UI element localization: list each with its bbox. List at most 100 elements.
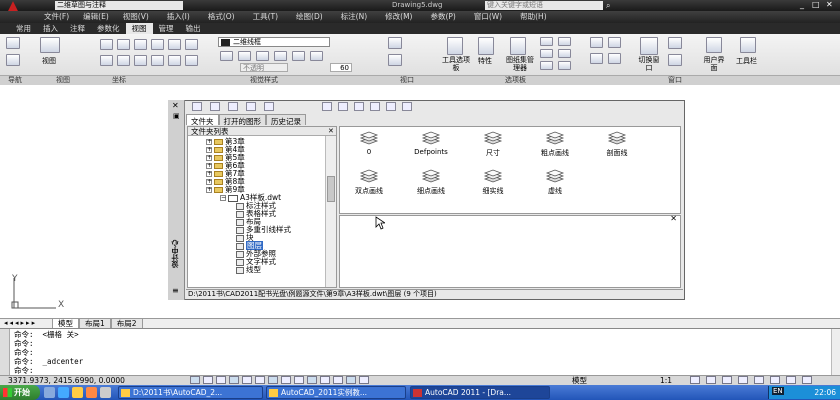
status-toggle-icon[interactable]: [242, 376, 252, 384]
calc-icon[interactable]: [540, 37, 553, 46]
face-style-icon[interactable]: [274, 51, 287, 61]
status-toggle-icon[interactable]: [255, 376, 265, 384]
expand-icon[interactable]: +: [206, 171, 212, 177]
edge-icon[interactable]: [238, 51, 251, 61]
menu-item[interactable]: 修改(M): [385, 12, 412, 22]
opacity-value[interactable]: 60: [330, 63, 352, 72]
ribbon-tab[interactable]: 参数化: [91, 23, 126, 34]
ucs-view-icon[interactable]: [185, 39, 198, 50]
ie-icon[interactable]: [58, 387, 69, 398]
status-toggle-icon[interactable]: [229, 376, 239, 384]
ucs-face-icon[interactable]: [117, 55, 130, 66]
tree-toggle-icon[interactable]: [354, 102, 364, 111]
command-window[interactable]: 命令: <栅格 关> 命令: 命令: 命令: _adcenter 命令:: [0, 328, 840, 375]
window-close-icon[interactable]: [608, 53, 621, 64]
ucs-apply-icon[interactable]: [134, 55, 147, 66]
ucs-origin-icon[interactable]: [134, 39, 147, 50]
layout-nav-buttons[interactable]: ◂◂◂▸▸▸: [4, 319, 37, 327]
quickcalc-icon[interactable]: [558, 49, 571, 58]
preview-close-icon[interactable]: ✕: [670, 214, 677, 223]
menu-item[interactable]: 格式(O): [208, 12, 235, 22]
window-arrange-icon[interactable]: [608, 37, 621, 48]
dc-tab[interactable]: 历史记录: [266, 114, 306, 126]
annotation-scale[interactable]: 1:1: [660, 376, 672, 385]
status-toggle-icon[interactable]: [359, 376, 369, 384]
menu-item[interactable]: 标注(N): [341, 12, 367, 22]
menu-item[interactable]: 插入(I): [167, 12, 190, 22]
status-tray-icon[interactable]: [770, 376, 780, 384]
back-icon[interactable]: [210, 102, 220, 111]
dc-tab[interactable]: 文件夹: [186, 114, 219, 126]
dc-tab[interactable]: 打开的图形: [218, 114, 266, 126]
content-pane[interactable]: 0 Defpoints 尺寸 粗点画线 剖面线 双点画线 细点画线 细实线 虚线: [339, 126, 681, 214]
media-icon[interactable]: [86, 387, 97, 398]
ribbon-tab[interactable]: 注释: [64, 23, 91, 34]
search-icon[interactable]: ⌕: [606, 1, 610, 11]
material-icon[interactable]: [310, 51, 323, 61]
status-tray-icon[interactable]: [738, 376, 748, 384]
markup-icon[interactable]: [558, 37, 571, 46]
toolbars-label[interactable]: 工具栏: [736, 56, 757, 66]
folder-icon[interactable]: [72, 387, 83, 398]
shadow-icon[interactable]: [292, 51, 305, 61]
status-toggle-icon[interactable]: [268, 376, 278, 384]
design-center-sidebar[interactable]: ✕ ▣ 设计中心 ≡: [168, 100, 185, 300]
color-icon[interactable]: [256, 51, 269, 61]
ucs-icon[interactable]: [100, 39, 113, 50]
ribbon-tab[interactable]: 视图: [125, 23, 153, 34]
switch-window-label[interactable]: 切换窗口: [638, 56, 660, 72]
cmd-scrollbar[interactable]: [831, 329, 840, 375]
layer-item[interactable]: 尺寸: [458, 131, 528, 158]
shade-icon[interactable]: [220, 51, 233, 61]
status-toggle-icon[interactable]: [346, 376, 356, 384]
taskbar-item[interactable]: AutoCAD_2011实例教...: [266, 386, 406, 399]
pan-icon[interactable]: [6, 37, 20, 49]
ucs-3point-icon[interactable]: [168, 39, 181, 50]
status-tray-icon[interactable]: [706, 376, 716, 384]
dbconnect-icon[interactable]: [540, 49, 553, 58]
layer-item[interactable]: 虚线: [520, 169, 590, 196]
viewport-icon[interactable]: [388, 37, 402, 49]
ribbon-tab[interactable]: 输出: [180, 23, 207, 34]
model-space-label[interactable]: 模型: [572, 376, 587, 385]
layer-item[interactable]: 0: [334, 131, 404, 156]
properties-icon[interactable]: [478, 37, 494, 55]
ucs-y-icon[interactable]: [185, 55, 198, 66]
tree-scrollbar[interactable]: [325, 136, 336, 287]
window-vertical-icon[interactable]: [590, 37, 603, 48]
workspace-selector[interactable]: 二维草图与注释: [55, 1, 183, 10]
opacity-dropdown[interactable]: 不透明: [240, 63, 288, 72]
menu-item[interactable]: 视图(V): [123, 12, 149, 22]
folder-tree[interactable]: 文件夹列表 ✕ + 第3章 + 第4章 + 第5章 + 第6章 + 第7章 + 第8章 + 第9章 − A3样…: [187, 126, 337, 288]
toolbars-icon[interactable]: [740, 37, 756, 53]
taskbar-item[interactable]: D:\2011书\AutoCAD_2...: [118, 386, 263, 399]
favorites-icon[interactable]: [322, 102, 332, 111]
tool-palette-label[interactable]: 工具选项板: [442, 56, 470, 72]
status-tray-icon[interactable]: [802, 376, 812, 384]
ucs-named-icon[interactable]: [151, 55, 164, 66]
ucs-world-icon[interactable]: [117, 39, 130, 50]
start-button[interactable]: 开始: [0, 385, 40, 400]
layer-item[interactable]: 剖面线: [582, 131, 652, 158]
tool-palette-icon[interactable]: [447, 37, 463, 55]
menu-item[interactable]: 窗口(W): [474, 12, 502, 22]
status-tray-icon[interactable]: [786, 376, 796, 384]
layer-item[interactable]: 细点画线: [396, 169, 466, 196]
expand-icon[interactable]: +: [206, 155, 212, 161]
user-interface-icon[interactable]: [706, 37, 722, 53]
search-input[interactable]: 键入关键字或短语: [485, 1, 603, 10]
layer-item[interactable]: 粗点画线: [520, 131, 590, 158]
expand-icon[interactable]: +: [206, 179, 212, 185]
status-toggle-icon[interactable]: [190, 376, 200, 384]
ribbon-tab[interactable]: 常用: [10, 23, 37, 34]
desktop-icon[interactable]: [44, 387, 55, 398]
description-icon[interactable]: [386, 102, 396, 111]
view-cube-icon[interactable]: [40, 37, 60, 53]
layer-item[interactable]: Defpoints: [396, 131, 466, 156]
status-toggle-icon[interactable]: [333, 376, 343, 384]
app-icon[interactable]: [100, 387, 111, 398]
home-icon[interactable]: [338, 102, 348, 111]
expand-icon[interactable]: +: [206, 163, 212, 169]
taskbar-item[interactable]: AutoCAD 2011 - [Dra...: [410, 386, 550, 399]
window-cascade-icon[interactable]: [668, 54, 682, 66]
